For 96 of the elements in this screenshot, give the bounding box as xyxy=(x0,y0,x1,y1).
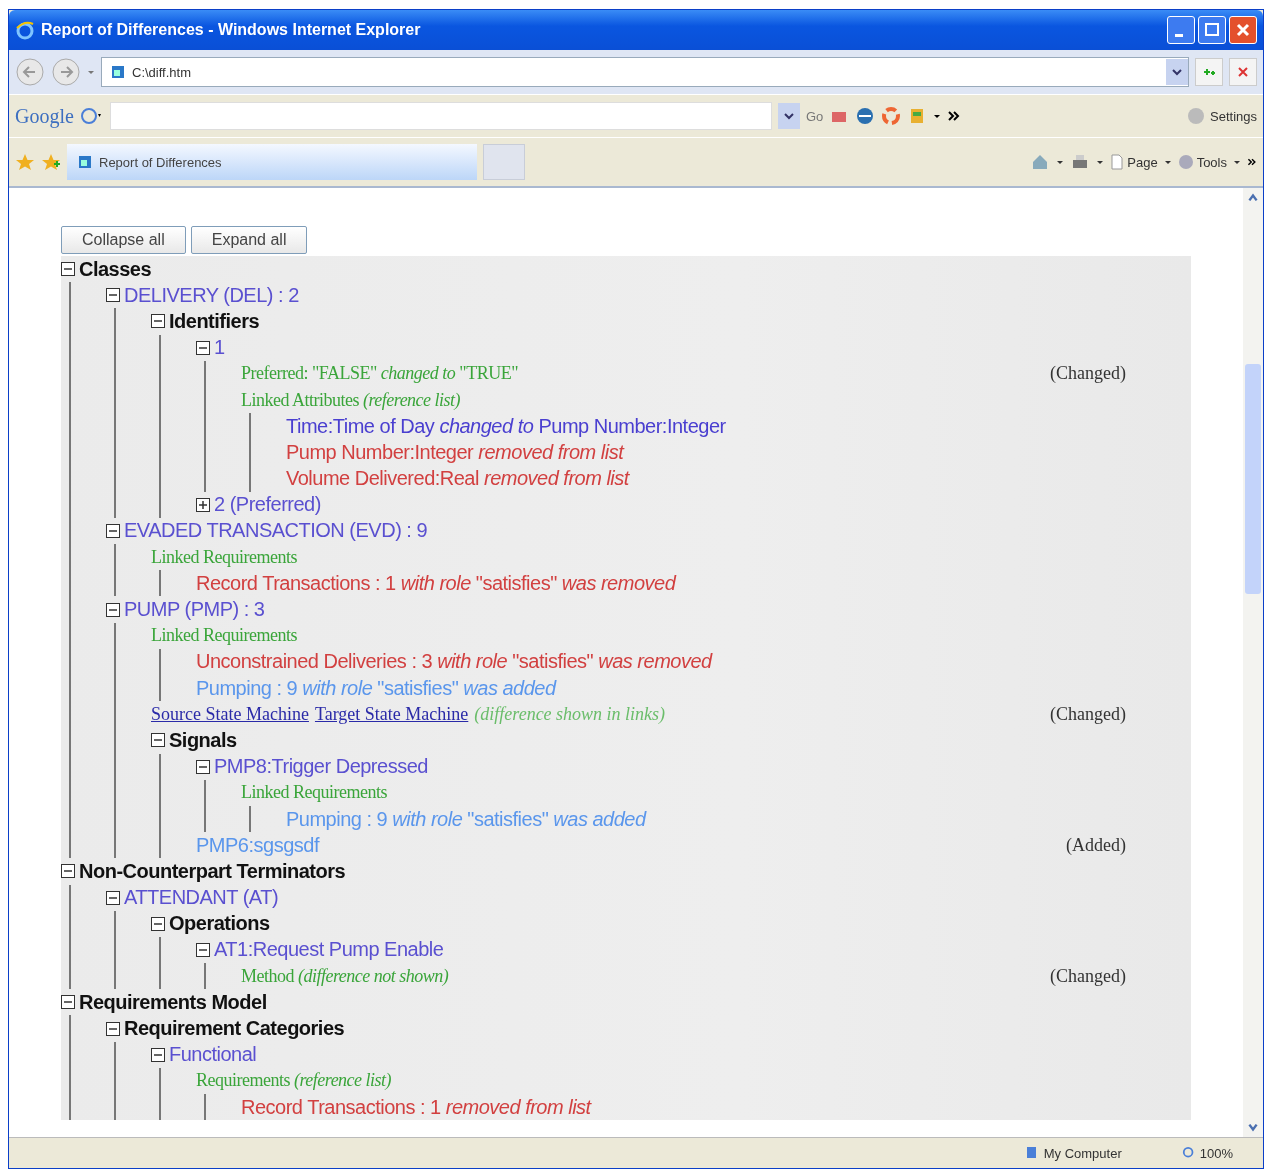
dropdown-button[interactable] xyxy=(1166,59,1188,85)
settings-button[interactable]: Settings xyxy=(1186,106,1257,126)
more-icon[interactable] xyxy=(947,111,962,121)
added-item: Pumping : 9 with role "satisfies" was added xyxy=(196,676,556,700)
security-zone: My Computer xyxy=(1023,1145,1122,1161)
stop-button[interactable] xyxy=(1229,58,1257,86)
chevron-icon xyxy=(1172,67,1182,77)
element-name: ATTENDANT (AT) xyxy=(124,886,279,910)
toggle-icon[interactable] xyxy=(106,890,120,905)
dropdown-button[interactable] xyxy=(777,103,800,129)
section-heading: Non-Counterpart Terminators xyxy=(79,859,346,883)
diagram-link[interactable]: Source State Machine xyxy=(151,703,309,725)
page-icon xyxy=(77,154,93,170)
change-status: (Changed) xyxy=(1050,965,1126,987)
browser-logo-icon xyxy=(15,20,35,40)
toggle-icon[interactable] xyxy=(106,602,120,617)
toggle-icon[interactable] xyxy=(151,733,165,748)
google-menu-button[interactable] xyxy=(79,106,104,126)
caret-icon[interactable] xyxy=(933,112,942,120)
change-status: (Changed) xyxy=(1050,363,1126,385)
more-icon[interactable] xyxy=(1247,158,1257,166)
change-status: (Added) xyxy=(1066,834,1126,856)
property-change: Linked Requirements xyxy=(151,546,297,568)
change-status: (Changed) xyxy=(1050,703,1126,725)
element-name: EVADED TRANSACTION (EVD) : 9 xyxy=(124,519,428,543)
caret-icon[interactable] xyxy=(1233,158,1241,166)
maximize-button[interactable] xyxy=(1198,16,1226,44)
tools-menu[interactable]: Tools xyxy=(1177,154,1227,170)
changed-item: Time:Time of Day changed to Pump Number:Integer xyxy=(286,414,726,438)
browser-tab[interactable]: Report of Differences xyxy=(67,144,477,180)
element-name: AT1:Request Pump Enable xyxy=(214,938,444,962)
close-button[interactable] xyxy=(1229,16,1257,44)
minimize-button[interactable] xyxy=(1167,16,1195,44)
element-name: PUMP (PMP) : 3 xyxy=(124,598,265,622)
toggle-icon[interactable] xyxy=(151,314,165,329)
removed-item: Volume Delivered:Real removed from list xyxy=(286,467,629,491)
toggle-icon[interactable] xyxy=(151,1047,165,1062)
toggle-icon[interactable] xyxy=(61,995,75,1010)
toggle-icon[interactable] xyxy=(61,262,75,277)
property-change: Linked Requirements xyxy=(151,625,297,647)
zoom-level[interactable]: 100% xyxy=(1181,1145,1233,1161)
element-name: 1 xyxy=(214,336,225,360)
toggle-icon[interactable] xyxy=(196,942,210,957)
page-button[interactable]: Expand all xyxy=(190,226,308,254)
property-change: Linked Requirements xyxy=(241,782,387,804)
spinner-icon[interactable] xyxy=(881,106,902,126)
address-field[interactable]: C:\diff.htm xyxy=(101,57,1189,87)
toggle-icon[interactable] xyxy=(106,288,120,303)
removed-item: Record Transactions : 1 removed from list xyxy=(241,1095,591,1119)
search-field[interactable] xyxy=(109,102,772,130)
removed-item: Pump Number:Integer removed from list xyxy=(286,440,624,464)
caret-icon[interactable] xyxy=(1163,158,1172,166)
section-heading: Identifiers xyxy=(169,309,260,333)
added-item: Pumping : 9 with role "satisfies" was added xyxy=(286,807,646,831)
scroll-down-icon[interactable] xyxy=(1247,1121,1259,1133)
page-menu[interactable]: Page xyxy=(1110,154,1158,170)
removed-item: Record Transactions : 1 with role "satisfies" was removed xyxy=(196,571,676,595)
toggle-icon[interactable] xyxy=(196,340,210,355)
section-heading: Classes xyxy=(79,257,152,281)
window-title: Report of Differences - Windows Internet Explorer xyxy=(41,21,421,39)
toggle-icon[interactable] xyxy=(106,523,120,538)
search-engine-icon xyxy=(79,106,104,126)
section-heading: Requirements Model xyxy=(79,990,267,1014)
page-icon xyxy=(110,64,126,80)
link-note: (difference shown in links) xyxy=(474,703,666,725)
scroll-up-icon[interactable] xyxy=(1247,192,1259,204)
property-change: Preferred: "FALSE" changed to "TRUE" xyxy=(241,363,518,385)
property-change: Requirements (reference list) xyxy=(196,1070,392,1092)
section-heading: Operations xyxy=(169,912,270,936)
element-name: 2 (Preferred) xyxy=(214,493,321,517)
google-logo: Google xyxy=(15,104,74,128)
toggle-icon[interactable] xyxy=(196,759,210,774)
star-icon[interactable] xyxy=(15,152,35,172)
toggle-icon[interactable] xyxy=(61,864,75,879)
element-name: DELIVERY (DEL) : 2 xyxy=(124,283,299,307)
removed-item: Unconstrained Deliveries : 3 with role "satisfies" was removed xyxy=(196,650,712,674)
toggle-icon[interactable] xyxy=(106,1021,120,1036)
caret-icon[interactable] xyxy=(1096,158,1105,166)
property-change: Linked Attributes (reference list) xyxy=(241,389,461,411)
element-name: PMP8:Trigger Depressed xyxy=(214,755,428,779)
scroll-thumb[interactable] xyxy=(1245,364,1261,594)
refresh-button[interactable] xyxy=(1195,58,1223,86)
element-name: Functional xyxy=(169,1043,257,1067)
toggle-icon[interactable] xyxy=(196,497,210,512)
page-button[interactable]: Collapse all xyxy=(61,226,186,254)
chevron-icon xyxy=(783,111,794,121)
section-heading: Signals xyxy=(169,728,237,752)
minimize-icon xyxy=(1175,33,1183,37)
diagram-link[interactable]: Target State Machine xyxy=(314,703,469,725)
document-icon xyxy=(1110,154,1125,170)
caret-icon[interactable] xyxy=(1056,158,1065,166)
go-button[interactable]: Go xyxy=(805,108,824,124)
toggle-icon[interactable] xyxy=(151,916,165,931)
added-item: PMP6:sgsgsdf xyxy=(196,833,319,857)
property-change: Method (difference not shown) xyxy=(241,965,449,987)
section-heading: Requirement Categories xyxy=(124,1017,345,1041)
